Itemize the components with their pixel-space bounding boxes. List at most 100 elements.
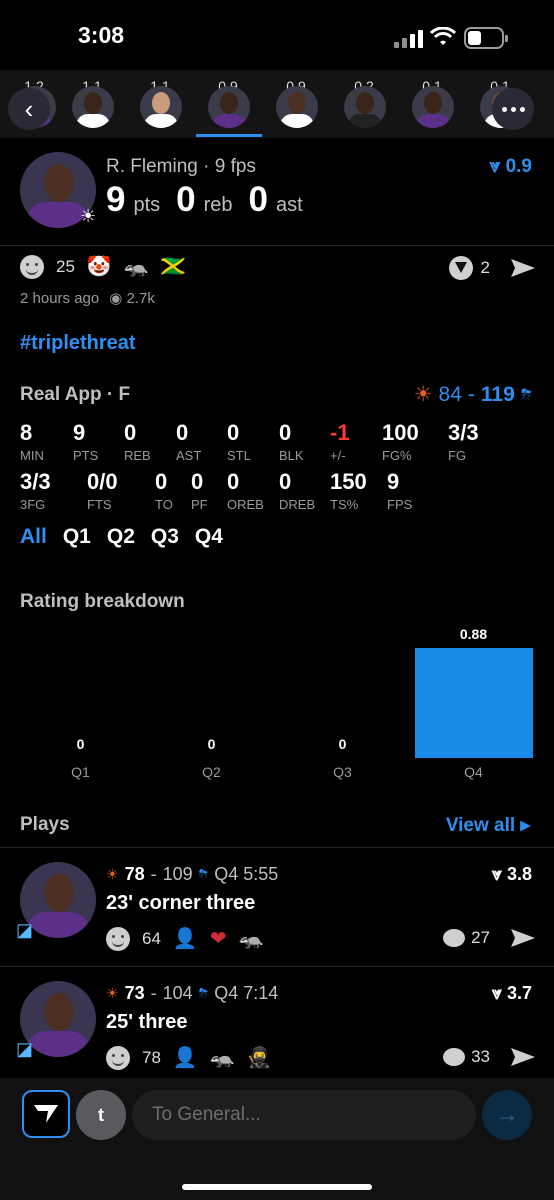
- send-button[interactable]: →: [482, 1090, 532, 1140]
- chart-category-label: Q4: [464, 764, 483, 780]
- avatar: [72, 86, 114, 128]
- badger-reaction[interactable]: 🦡: [124, 254, 149, 279]
- chart-bar: [414, 648, 533, 758]
- badger-reaction[interactable]: 🦡: [239, 926, 264, 951]
- jamaica-flag-reaction[interactable]: 🇯🇲: [161, 254, 186, 279]
- tab-all[interactable]: All: [20, 525, 47, 549]
- play-rating[interactable]: ⩔ 3.7: [492, 983, 532, 1004]
- views: ◉ 2.7k: [109, 290, 155, 307]
- share-icon[interactable]: [510, 928, 536, 948]
- tab-q3[interactable]: Q3: [151, 525, 179, 549]
- play-reactions: 78 👤 🦡 🥷: [106, 1045, 272, 1070]
- avatar-reaction[interactable]: 👤: [173, 926, 198, 951]
- play-score-line: ☀ 78-109 ⛈ Q4 5:55: [106, 864, 279, 884]
- strip-player[interactable]: 0.2: [334, 70, 394, 138]
- add-reaction-icon[interactable]: [106, 1045, 130, 1070]
- player-rating[interactable]: ⩔ 0.9: [490, 156, 532, 178]
- box-score-title: Real App · F: [20, 384, 131, 405]
- play-rating[interactable]: ⩔ 3.8: [492, 864, 532, 885]
- quarter-tabs: All Q1 Q2 Q3 Q4: [20, 525, 223, 549]
- suns-logo-icon: ☀: [413, 383, 433, 406]
- vote-count[interactable]: 2: [448, 256, 490, 280]
- badger-reaction[interactable]: 🦡: [210, 1045, 235, 1070]
- tab-q1[interactable]: Q1: [63, 525, 91, 549]
- avatar: [208, 86, 250, 128]
- stat-oreb: 0 OREB: [227, 469, 264, 512]
- player-stat-line: 9 pts 0 reb 0 ast: [106, 180, 303, 219]
- play-description[interactable]: 25' three: [106, 1011, 187, 1034]
- avatar-reaction[interactable]: 👤: [173, 1045, 198, 1070]
- rating-icon: ⩔: [489, 156, 506, 177]
- share-icon[interactable]: [510, 258, 536, 278]
- user-avatar-button[interactable]: t: [76, 1090, 126, 1140]
- stat-to: 0 TO: [155, 469, 173, 512]
- reactions-row: 25 🤡 🦡 🇯🇲: [20, 254, 186, 279]
- stat-3fg: 3/3 3FG: [20, 469, 51, 512]
- app-logo-button[interactable]: [22, 1090, 70, 1138]
- game-score[interactable]: ☀ 84-119 ⛈: [414, 382, 532, 407]
- bucket-icon: ◪: [16, 920, 34, 940]
- message-input[interactable]: [132, 1090, 476, 1140]
- avatar: [412, 86, 454, 128]
- strip-player[interactable]: 0.1: [402, 70, 462, 138]
- hashtag-link[interactable]: #triplethreat: [20, 332, 136, 355]
- stat-ts-pct: 150 TS%: [330, 469, 367, 512]
- arrow-right-icon: →: [495, 1101, 519, 1128]
- team-badge-icon: ☀: [80, 206, 97, 226]
- chart-category-label: Q2: [202, 764, 221, 780]
- comment-count[interactable]: 33: [443, 1047, 490, 1067]
- strip-player[interactable]: 1.1: [130, 70, 190, 138]
- selected-indicator: [196, 134, 262, 137]
- chart-category-label: Q1: [71, 764, 90, 780]
- stat-dreb: 0 DREB: [279, 469, 316, 512]
- stat-min: 8 MIN: [20, 420, 44, 463]
- avatar: [140, 86, 182, 128]
- stat-fg-pct: 100 FG%: [382, 420, 419, 463]
- stat-fps: 9 FPS: [387, 469, 413, 512]
- cellular-signal-icon: [394, 28, 424, 48]
- assists-value: 0: [248, 180, 268, 219]
- play-description[interactable]: 23' corner three: [106, 892, 255, 915]
- tab-q2[interactable]: Q2: [107, 525, 135, 549]
- suns-logo-icon: ☀: [106, 985, 119, 1001]
- stat-reb: 0 REB: [124, 420, 151, 463]
- strip-player[interactable]: 0.9: [266, 70, 326, 138]
- tab-q4[interactable]: Q4: [195, 525, 223, 549]
- chart-value-label: 0: [338, 736, 347, 752]
- vote-icon: [448, 256, 473, 280]
- clown-reaction[interactable]: 🤡: [87, 254, 112, 279]
- thunder-logo-icon: ⛈: [198, 986, 209, 1000]
- divider: [0, 847, 554, 848]
- avatar: [276, 86, 318, 128]
- back-button[interactable]: ‹: [8, 88, 50, 130]
- share-icon[interactable]: [510, 1047, 536, 1067]
- suns-logo-icon: ☀: [106, 866, 119, 882]
- time-ago: 2 hours ago: [20, 289, 100, 307]
- play-score-line: ☀ 73-104 ⛈ Q4 7:14: [106, 983, 279, 1003]
- strip-player-selected[interactable]: 0.9: [198, 70, 258, 138]
- rating-icon: ⩔: [491, 983, 507, 1003]
- more-button[interactable]: [492, 88, 534, 130]
- add-reaction-icon[interactable]: [106, 926, 130, 951]
- stat-pf: 0 PF: [191, 469, 208, 512]
- bucket-icon: ◪: [16, 1039, 34, 1059]
- home-indicator: [182, 1184, 372, 1190]
- chart-value-label: 0: [207, 736, 216, 752]
- rating-icon: ⩔: [491, 864, 507, 884]
- play-reactions: 64 👤 ❤ 🦡: [106, 926, 264, 951]
- ninja-reaction[interactable]: 🥷: [247, 1045, 272, 1070]
- comment-count[interactable]: 27: [443, 928, 490, 948]
- divider: [0, 245, 554, 246]
- chart-title: Rating breakdown: [20, 591, 185, 612]
- player-name[interactable]: R. Fleming · 9 fps: [106, 156, 256, 178]
- battery-icon: [464, 27, 508, 49]
- add-reaction-icon[interactable]: [20, 254, 44, 279]
- chevron-right-icon: ▸: [520, 815, 530, 836]
- heart-reaction[interactable]: ❤: [210, 926, 227, 951]
- view-all-link[interactable]: View all ▸: [446, 814, 530, 837]
- comment-icon: [443, 929, 466, 947]
- strip-player[interactable]: 1.1: [62, 70, 122, 138]
- comment-icon: [443, 1048, 466, 1066]
- post-meta: 2 hours ago ◉ 2.7k: [20, 289, 155, 308]
- app-logo-icon: [34, 1105, 58, 1123]
